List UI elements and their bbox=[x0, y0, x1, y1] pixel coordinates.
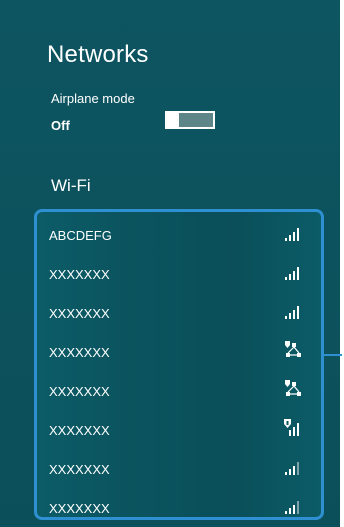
toggle-track bbox=[179, 113, 213, 127]
airplane-mode-state: Off bbox=[51, 118, 70, 133]
network-item[interactable]: XXXXXXX bbox=[37, 332, 321, 371]
shielded-network-icon bbox=[285, 380, 301, 396]
signal-4-bars-icon bbox=[285, 306, 299, 319]
network-item[interactable]: XXXXXXX bbox=[37, 449, 321, 488]
signal-4-bars-icon bbox=[285, 228, 299, 241]
network-name: XXXXXXX bbox=[49, 345, 110, 360]
network-name: XXXXXXX bbox=[49, 423, 110, 438]
network-name: XXXXXXX bbox=[49, 267, 110, 282]
shielded-signal-icon bbox=[284, 419, 299, 436]
network-item[interactable]: XXXXXXX bbox=[37, 488, 321, 517]
network-item[interactable]: XXXXXXX bbox=[37, 410, 321, 449]
network-name: ABCDEFG bbox=[49, 228, 112, 243]
network-name: XXXXXXX bbox=[49, 384, 110, 399]
network-name: XXXXXXX bbox=[49, 501, 110, 516]
network-name: XXXXXXX bbox=[49, 306, 110, 321]
wifi-section-title: Wi-Fi bbox=[51, 176, 91, 195]
airplane-mode-label: Airplane mode bbox=[51, 91, 135, 106]
network-item[interactable]: XXXXXXX bbox=[37, 254, 321, 293]
wifi-network-list: ABCDEFG XXXXXXX XXXXXXX XXXXXXX XXXXXXX … bbox=[34, 209, 324, 520]
signal-3-bars-icon bbox=[285, 462, 299, 475]
networks-panel: Networks Airplane mode Off Wi-Fi ABCDEFG… bbox=[0, 0, 340, 527]
airplane-mode-toggle[interactable] bbox=[165, 111, 215, 129]
panel-title: Networks bbox=[47, 41, 149, 68]
network-item[interactable]: XXXXXXX bbox=[37, 371, 321, 410]
signal-4-bars-icon bbox=[285, 267, 299, 280]
toggle-knob bbox=[165, 111, 179, 129]
network-item[interactable]: ABCDEFG bbox=[37, 215, 321, 254]
signal-3-bars-icon bbox=[285, 501, 299, 514]
callout-line bbox=[321, 354, 342, 356]
shielded-network-icon bbox=[285, 341, 301, 357]
network-name: XXXXXXX bbox=[49, 462, 110, 477]
network-item[interactable]: XXXXXXX bbox=[37, 293, 321, 332]
